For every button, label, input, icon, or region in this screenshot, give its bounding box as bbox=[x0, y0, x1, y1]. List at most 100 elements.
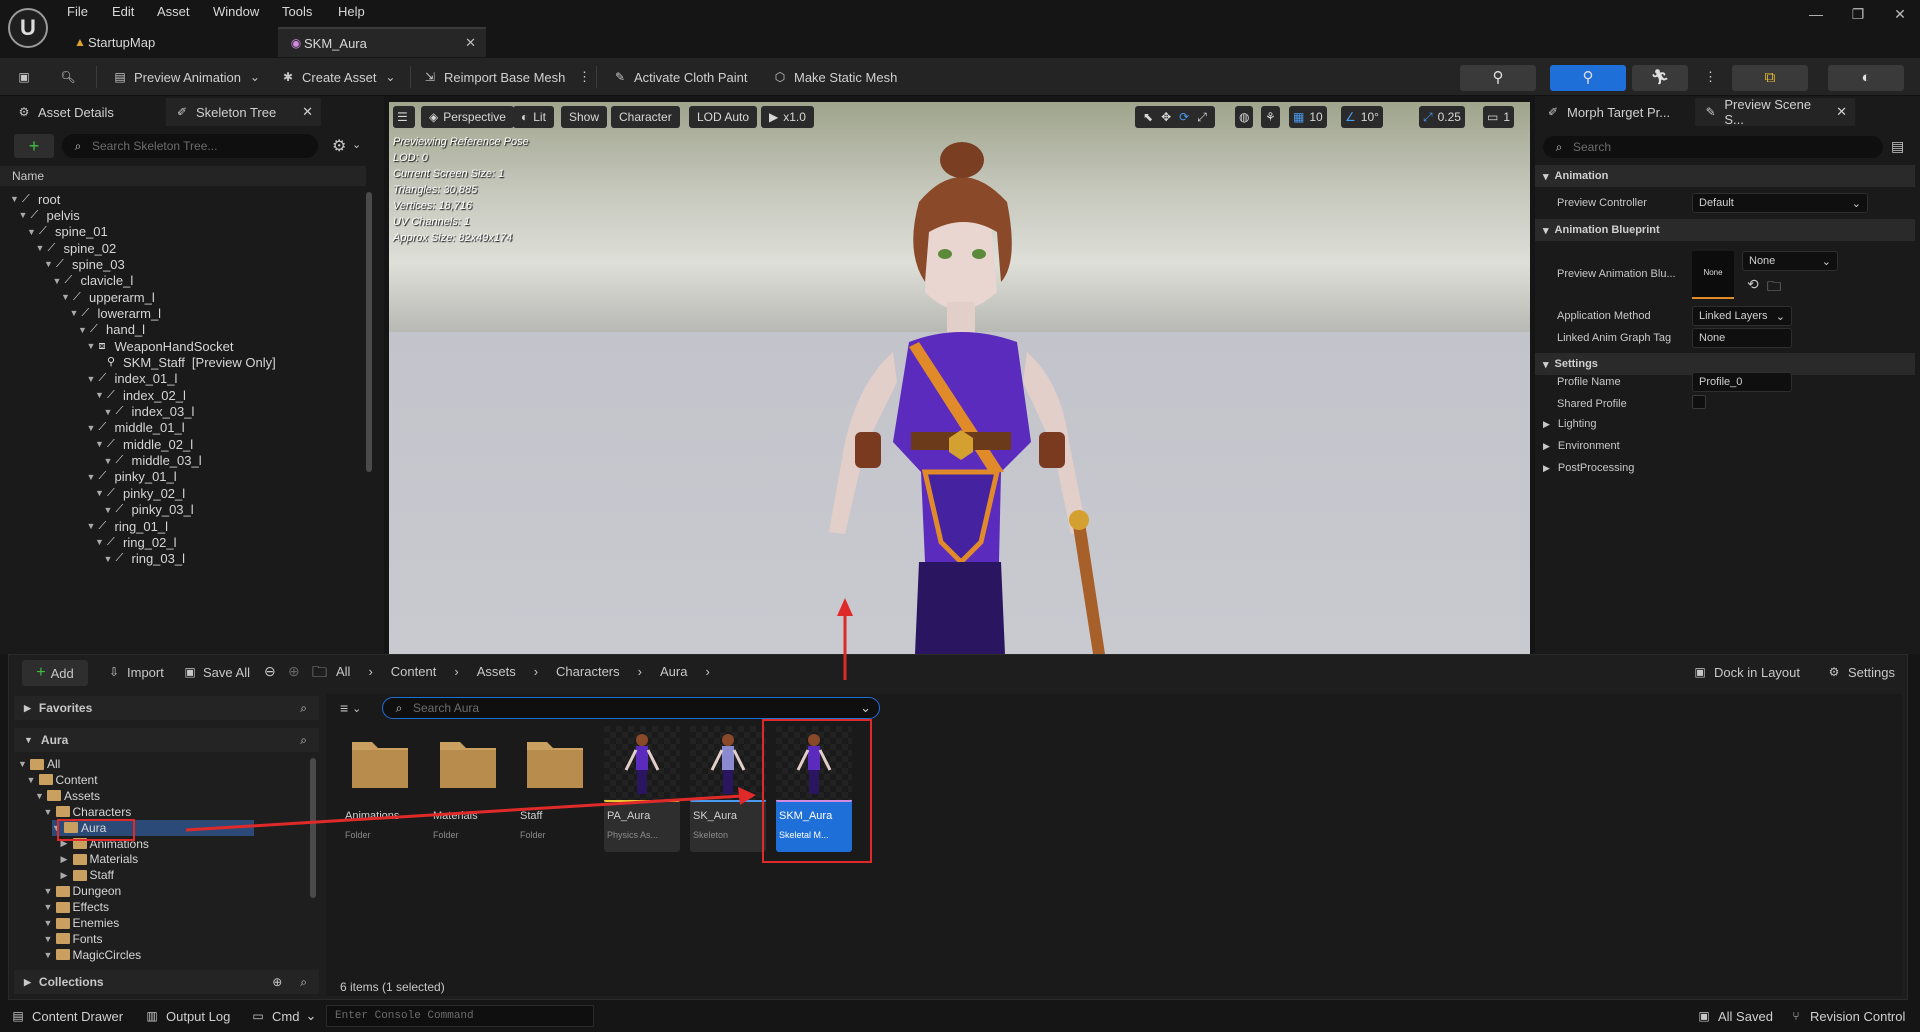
expand-arrow-icon[interactable]: ▼ bbox=[61, 292, 70, 302]
physics-mode-button[interactable]: ◐ bbox=[1828, 65, 1904, 91]
tree-row-bone[interactable]: ▼ ⟋ ring_03_l bbox=[104, 550, 186, 568]
expand-arrow-icon[interactable]: ▼ bbox=[19, 210, 28, 220]
filter-button[interactable]: ≡ ⌄ bbox=[340, 700, 361, 716]
expand-arrow-icon[interactable]: ▼ bbox=[78, 325, 87, 335]
grid-snap-button[interactable]: ▦ 10 bbox=[1289, 106, 1327, 128]
folder-tree-item[interactable]: ▼ Content bbox=[27, 772, 98, 788]
unreal-logo-icon[interactable]: U bbox=[8, 8, 48, 48]
asset-search-input[interactable]: ⌕ Search Aura ⌄ bbox=[382, 697, 880, 719]
expand-arrow-icon[interactable]: ▼ bbox=[18, 759, 27, 769]
section-animation[interactable]: ▾ Animation bbox=[1535, 165, 1915, 187]
restore-icon[interactable]: ❐ bbox=[1846, 6, 1870, 26]
content-settings-button[interactable]: ⚙ Settings bbox=[1826, 664, 1895, 680]
forward-icon[interactable]: ⊕ bbox=[288, 663, 300, 680]
expand-arrow-icon[interactable]: ▼ bbox=[44, 902, 53, 912]
expand-arrow-icon[interactable]: ▼ bbox=[27, 775, 36, 785]
expand-arrow-icon[interactable]: ▼ bbox=[53, 276, 62, 286]
expand-arrow-icon[interactable]: ▼ bbox=[36, 243, 45, 253]
expand-arrow-icon[interactable]: ▼ bbox=[44, 950, 53, 960]
expand-arrow-icon[interactable]: ▼ bbox=[44, 934, 53, 944]
tree-row-bone[interactable]: ▼ ⟋ clavicle_l bbox=[53, 272, 134, 290]
add-bone-button[interactable]: + bbox=[14, 134, 54, 158]
folder-tree-item[interactable]: ▼ MagicCircles bbox=[44, 947, 142, 963]
folder-tree-item[interactable]: ▼ Enemies bbox=[44, 915, 120, 931]
menu-tools[interactable]: Tools bbox=[282, 4, 312, 22]
asset-tile[interactable]: Materials Folder bbox=[430, 726, 506, 852]
shared-profile-checkbox[interactable] bbox=[1692, 395, 1706, 409]
folder-tree-item[interactable]: ▶ Materials bbox=[61, 851, 139, 867]
expand-arrow-icon[interactable]: ▼ bbox=[44, 886, 53, 896]
search-icon[interactable]: ⌕ bbox=[300, 975, 307, 990]
folder-tree-item[interactable]: ▼ Assets bbox=[35, 788, 100, 804]
all-saved-button[interactable]: ▣ All Saved bbox=[1696, 1006, 1773, 1026]
breadcrumb-item[interactable]: Aura bbox=[660, 664, 687, 679]
show-button[interactable]: Show bbox=[561, 106, 608, 128]
tree-row-bone[interactable]: ▼ ⟋ pinky_03_l bbox=[104, 501, 194, 519]
expand-arrow-icon[interactable]: ▶ bbox=[61, 854, 70, 865]
expand-arrow-icon[interactable]: ▼ bbox=[87, 374, 96, 384]
tree-row-bone[interactable]: ▼ ⟋ spine_02 bbox=[36, 239, 117, 257]
tree-row-bone[interactable]: ⚲ SKM_Staff [Preview Only] bbox=[95, 354, 276, 372]
import-button[interactable]: ⇩ Import bbox=[106, 664, 164, 680]
menu-window[interactable]: Window bbox=[213, 4, 259, 22]
breadcrumb-separator-icon[interactable]: › bbox=[454, 664, 458, 679]
tree-row-bone[interactable]: ▼ ⟋ index_02_l bbox=[95, 386, 186, 404]
viewport-menu-button[interactable]: ☰ bbox=[393, 106, 415, 128]
more-options-icon[interactable]: ⋮ bbox=[578, 58, 591, 96]
menu-edit[interactable]: Edit bbox=[112, 4, 134, 22]
postprocessing-row[interactable]: ▶ PostProcessing bbox=[1543, 458, 1634, 478]
lod-button[interactable]: LOD Auto bbox=[689, 106, 758, 128]
tree-row-bone[interactable]: ▼ ⟋ pinky_01_l bbox=[87, 468, 177, 486]
breadcrumb-item[interactable]: All bbox=[336, 664, 350, 679]
expand-arrow-icon[interactable]: ▶ bbox=[61, 870, 70, 881]
create-asset-button[interactable]: ✱ Create Asset ⌄ bbox=[280, 58, 398, 96]
expand-arrow-icon[interactable]: ▼ bbox=[95, 537, 104, 547]
reimport-base-mesh-button[interactable]: ⇲ Reimport Base Mesh bbox=[422, 58, 565, 96]
use-selected-icon[interactable]: ⟲ bbox=[1747, 276, 1759, 293]
preview-controller-select[interactable]: Default ⌄ bbox=[1692, 193, 1868, 213]
expand-arrow-icon[interactable]: ▼ bbox=[70, 308, 79, 318]
preview-viewport[interactable]: ☰ ◈ Perspective ◐ Lit Show Character LOD A… bbox=[389, 102, 1530, 654]
expand-arrow-icon[interactable]: ▼ bbox=[87, 423, 96, 433]
scale-icon[interactable]: ⤢ bbox=[1197, 110, 1207, 125]
search-icon[interactable]: ⌕ bbox=[300, 701, 307, 716]
tree-row-bone[interactable]: ▼ ⟋ upperarm_l bbox=[61, 288, 155, 306]
tree-row-bone[interactable]: ▼ ⟋ spine_01 bbox=[27, 223, 108, 241]
browse-icon[interactable]: 🗀︎ bbox=[1767, 276, 1781, 300]
asset-tile[interactable]: Animations Folder bbox=[342, 726, 418, 852]
rotate-icon[interactable]: ⟳ bbox=[1179, 110, 1189, 124]
expand-arrow-icon[interactable]: ▼ bbox=[87, 521, 96, 531]
tab-preview-scene[interactable]: ✎ Preview Scene S... ✕ bbox=[1695, 97, 1855, 127]
menu-asset[interactable]: Asset bbox=[157, 4, 190, 22]
expand-arrow-icon[interactable]: ▼ bbox=[104, 407, 113, 417]
skeleton-mode-button[interactable]: ⚲ bbox=[1460, 65, 1536, 91]
expand-arrow-icon[interactable]: ▼ bbox=[95, 488, 104, 498]
section-animation-blueprint[interactable]: ▾ Animation Blueprint bbox=[1535, 219, 1915, 241]
breadcrumb-separator-icon[interactable]: › bbox=[705, 664, 709, 679]
preview-anim-select[interactable]: None ⌄ bbox=[1742, 251, 1838, 271]
collections-header[interactable]: ▶ Collections ⊕ ⌕ bbox=[14, 970, 319, 994]
breadcrumb-separator-icon[interactable]: › bbox=[368, 664, 372, 679]
expand-arrow-icon[interactable]: ▼ bbox=[95, 439, 104, 449]
tab-skeleton-tree[interactable]: ✐ Skeleton Tree ✕ bbox=[166, 98, 321, 126]
camera-speed-button[interactable]: ▭ 1 bbox=[1483, 106, 1515, 128]
aura-header[interactable]: ▼ Aura ⌕ bbox=[14, 728, 319, 752]
tab-morph-target[interactable]: ✐ Morph Target Pr... bbox=[1537, 98, 1695, 126]
mode-options-icon[interactable]: ⋮ bbox=[1704, 58, 1717, 96]
expand-arrow-icon[interactable]: ▼ bbox=[104, 505, 113, 515]
lit-button[interactable]: ◐ Lit bbox=[513, 106, 554, 128]
asset-tile[interactable]: SK_Aura Skeleton bbox=[690, 726, 766, 852]
tab-startupmap[interactable]: ▲ StartupMap bbox=[62, 27, 275, 57]
content-drawer-button[interactable]: ▤ Content Drawer bbox=[10, 1006, 123, 1026]
expand-arrow-icon[interactable]: ▼ bbox=[87, 472, 96, 482]
asset-tile[interactable]: Staff Folder bbox=[517, 726, 593, 852]
preview-animation-button[interactable]: ▤ Preview Animation ⌄ bbox=[112, 58, 263, 96]
close-icon[interactable]: ✕ bbox=[302, 104, 313, 120]
expand-arrow-icon[interactable]: ▼ bbox=[44, 807, 53, 817]
cmd-button[interactable]: ▭ Cmd ⌄ bbox=[250, 1006, 316, 1026]
tab-asset-details[interactable]: ⚙ Asset Details bbox=[8, 98, 168, 126]
minimize-icon[interactable]: — bbox=[1804, 6, 1828, 26]
perspective-button[interactable]: ◈ Perspective bbox=[421, 106, 514, 128]
expand-arrow-icon[interactable]: ▼ bbox=[44, 259, 53, 269]
add-collection-icon[interactable]: ⊕ bbox=[272, 975, 282, 989]
